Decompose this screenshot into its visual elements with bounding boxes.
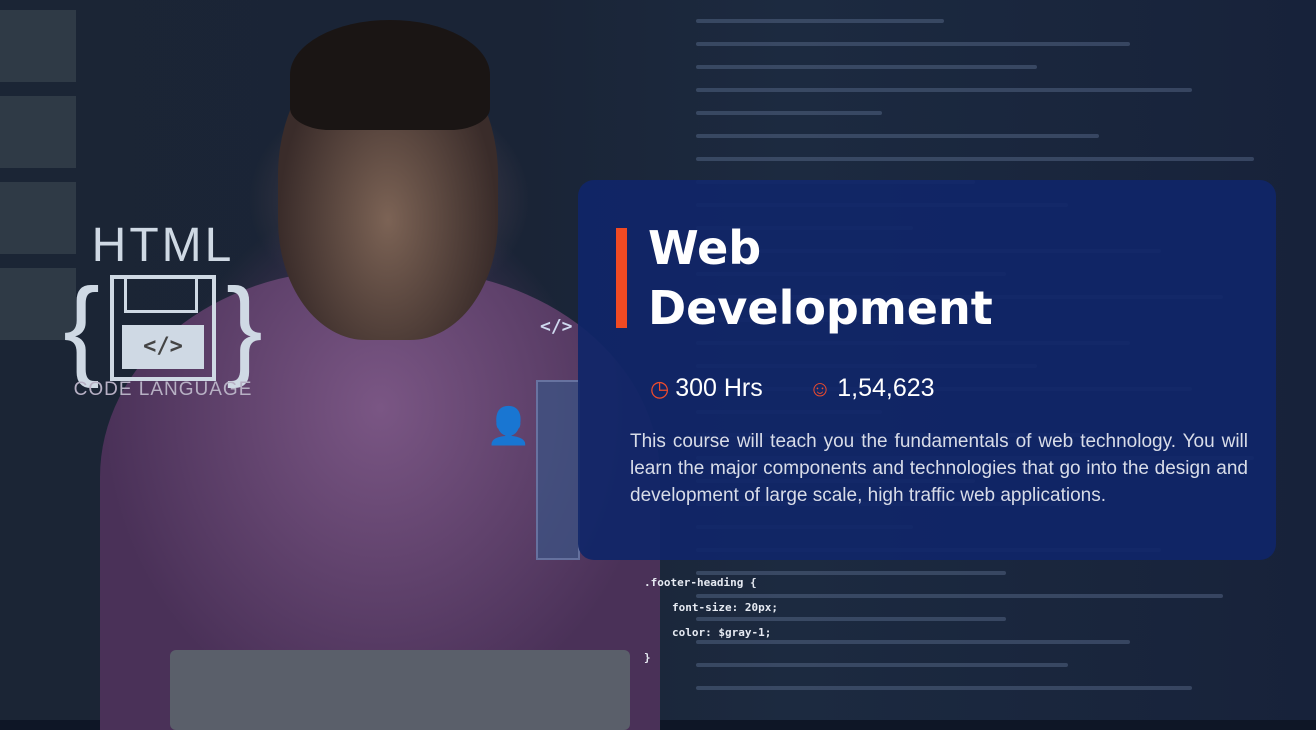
code-line: .footer-heading { [644,576,757,589]
learners-value: 1,54,623 [837,374,935,402]
code-line: font-size: 20px; [672,601,778,614]
user-icon: ☺ [808,376,832,401]
course-meta: ◷ 300 Hrs ☺ 1,54,623 [650,374,935,403]
code-line: } [644,651,651,664]
course-description: This course will teach you the fundament… [630,431,1248,506]
code-snippet: .footer-heading { font-size: 20px; color… [644,570,778,670]
laptop [170,650,630,730]
clock-icon: ◷ [650,376,670,401]
code-line: color: $gray-1; [672,626,772,639]
floppy-disk-icon: </> [110,275,216,381]
duration: ◷ 300 Hrs [650,374,763,403]
html-logo: HTML { </> } CODE LANGUAGE [48,218,278,401]
person-hair [290,20,490,130]
duration-value: 300 Hrs [675,374,763,402]
html-logo-title: HTML [91,219,235,272]
html-logo-subtitle: CODE LANGUAGE [73,379,253,400]
left-brace: { [63,266,100,389]
learners: ☺ 1,54,623 [809,374,935,403]
floating-ui-panel [536,380,580,560]
right-brace: } [226,266,263,389]
course-title: Web Development [648,218,993,338]
course-title-line1: Web [648,221,762,275]
floating-user-icon: 👤 [486,405,531,446]
course-title-line2: Development [648,281,993,335]
accent-bar [616,228,627,328]
code-symbol: </> [122,325,204,369]
course-card[interactable]: Web Development ◷ 300 Hrs ☺ 1,54,623 This … [578,180,1276,560]
code-tag-icon: </> [540,316,573,337]
